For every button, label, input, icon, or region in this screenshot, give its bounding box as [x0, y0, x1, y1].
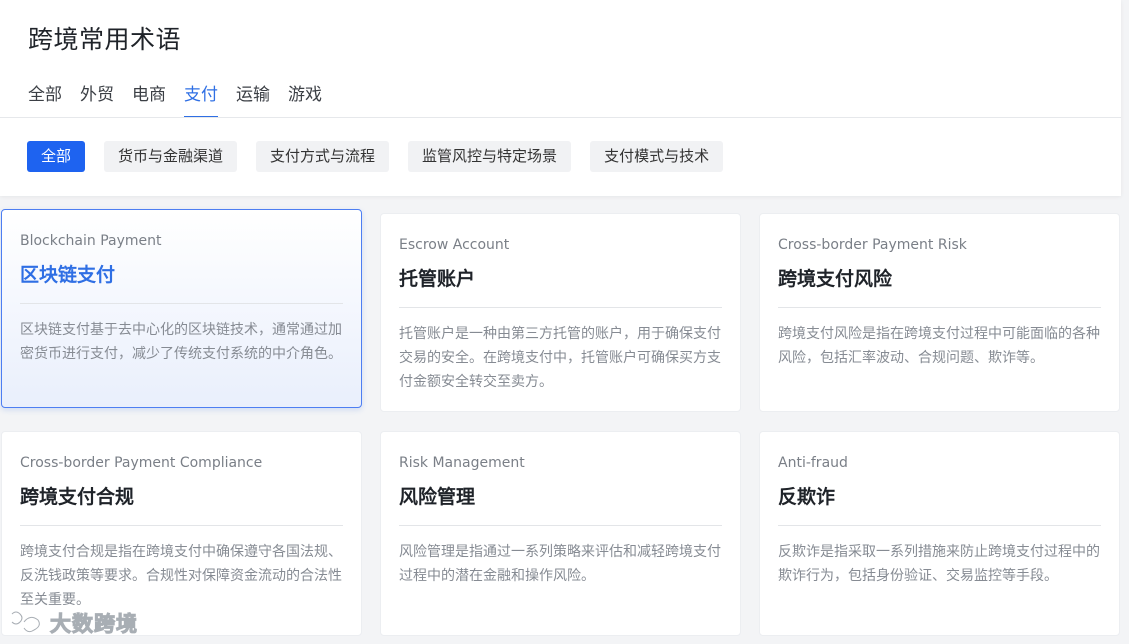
- tab-payment[interactable]: 支付: [184, 82, 218, 118]
- term-english: Anti-fraud: [778, 455, 848, 471]
- term-title: 托管账户: [399, 268, 476, 290]
- watermark-text: 大数跨境: [50, 612, 138, 637]
- term-card-risk-management[interactable]: Risk Management 风险管理 风险管理是指通过一系列策略来评估和减轻…: [380, 431, 741, 636]
- term-description: 跨境支付合规是指在跨境支付中确保遵守各国法规、反洗钱政策等要求。合规性对保障资金…: [20, 544, 342, 608]
- term-english: Risk Management: [399, 455, 525, 471]
- tab-shipping[interactable]: 运输: [236, 82, 270, 118]
- term-description: 托管账户是一种由第三方托管的账户，用于确保支付交易的安全。在跨境支付中，托管账户…: [399, 326, 721, 390]
- term-title: 跨境支付风险: [778, 268, 893, 290]
- term-title: 跨境支付合规: [20, 486, 135, 508]
- tab-foreign-trade[interactable]: 外贸: [80, 82, 114, 118]
- card-divider: [778, 525, 1101, 526]
- card-divider: [399, 525, 722, 526]
- term-description: 反欺诈是指采取一系列措施来防止跨境支付过程中的欺诈行为，包括身份验证、交易监控等…: [778, 544, 1100, 584]
- tab-all[interactable]: 全部: [28, 82, 62, 118]
- term-description: 区块链支付基于去中心化的区块链技术，通常通过加密货币进行支付，减少了传统支付系统…: [20, 322, 342, 362]
- term-title: 区块链支付: [20, 264, 116, 286]
- term-card-payment-risk[interactable]: Cross-border Payment Risk 跨境支付风险 跨境支付风险是…: [759, 213, 1120, 412]
- card-divider: [399, 307, 722, 308]
- filter-chip-regulation-risk[interactable]: 监管风控与特定场景: [408, 141, 572, 172]
- term-description: 风险管理是指通过一系列策略来评估和减轻跨境支付过程中的潜在金融和操作风险。: [399, 544, 721, 584]
- term-english: Blockchain Payment: [20, 233, 162, 249]
- tab-games[interactable]: 游戏: [288, 82, 322, 118]
- term-english: Escrow Account: [399, 237, 510, 253]
- filter-chip-currency-finance[interactable]: 货币与金融渠道: [104, 141, 238, 172]
- filter-chips: 全部 货币与金融渠道 支付方式与流程 监管风控与特定场景 支付模式与技术: [27, 141, 742, 172]
- header-divider: [0, 117, 1121, 118]
- term-card-escrow-account[interactable]: Escrow Account 托管账户 托管账户是一种由第三方托管的账户，用于确…: [380, 213, 741, 412]
- watermark: 大数跨境: [6, 606, 138, 640]
- term-title: 风险管理: [399, 486, 476, 508]
- tab-ecommerce[interactable]: 电商: [132, 82, 166, 118]
- card-divider: [778, 307, 1101, 308]
- card-divider: [20, 525, 343, 526]
- card-divider: [20, 303, 343, 304]
- term-title: 反欺诈: [778, 486, 836, 508]
- filter-chip-payment-methods[interactable]: 支付方式与流程: [256, 141, 390, 172]
- term-card-blockchain-payment[interactable]: Blockchain Payment 区块链支付 区块链支付基于去中心化的区块链…: [1, 209, 362, 408]
- term-english: Cross-border Payment Risk: [778, 237, 967, 253]
- filter-chip-all[interactable]: 全部: [27, 141, 86, 172]
- term-card-anti-fraud[interactable]: Anti-fraud 反欺诈 反欺诈是指采取一系列措施来防止跨境支付过程中的欺诈…: [759, 431, 1120, 636]
- term-description: 跨境支付风险是指在跨境支付过程中可能面临的各种风险，包括汇率波动、合规问题、欺诈…: [778, 326, 1100, 366]
- filter-chip-payment-models[interactable]: 支付模式与技术: [590, 141, 724, 172]
- category-tabs: 全部 外贸 电商 支付 运输 游戏: [28, 82, 340, 118]
- header-panel: 跨境常用术语 全部 外贸 电商 支付 运输 游戏 全部 货币与金融渠道 支付方式…: [0, 0, 1121, 196]
- page-title: 跨境常用术语: [28, 25, 182, 54]
- logo-icon: [10, 610, 41, 634]
- term-english: Cross-border Payment Compliance: [20, 455, 263, 471]
